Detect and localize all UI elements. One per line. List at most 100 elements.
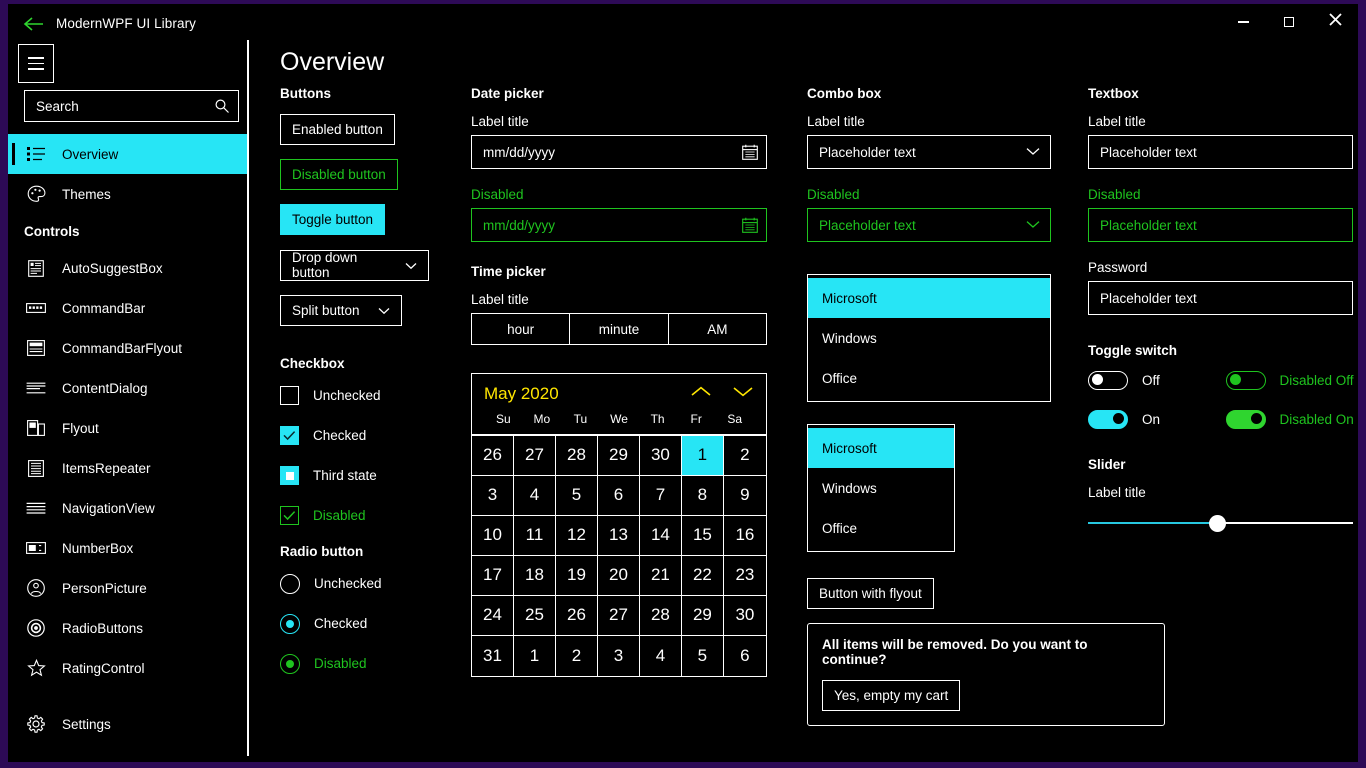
password-field[interactable]: Placeholder text: [1088, 281, 1353, 315]
checkbox-third-state[interactable]: Third state: [280, 464, 470, 488]
sidebar-item-commandbar[interactable]: CommandBar: [8, 288, 247, 328]
calendar-day-cell[interactable]: 30: [724, 596, 766, 636]
calendar-day-cell[interactable]: 12: [556, 516, 598, 556]
search-input[interactable]: Search: [24, 90, 239, 122]
calendar-day-cell[interactable]: 28: [640, 596, 682, 636]
list-item[interactable]: Microsoft: [808, 278, 1050, 318]
calendar-day-cell[interactable]: 5: [682, 636, 724, 676]
timepicker-meridiem[interactable]: AM: [669, 314, 766, 344]
list-item[interactable]: Office: [808, 508, 954, 548]
calendar-day-cell[interactable]: 18: [514, 556, 556, 596]
slider-thumb[interactable]: [1209, 515, 1226, 532]
radio-checked[interactable]: Checked: [280, 612, 470, 636]
sidebar-item-overview[interactable]: Overview: [8, 134, 247, 174]
slider-control[interactable]: [1088, 512, 1353, 534]
calendar-day-cell[interactable]: 31: [472, 636, 514, 676]
calendar-day-cell[interactable]: 29: [598, 436, 640, 476]
calendar-day-cell[interactable]: 3: [472, 476, 514, 516]
sidebar-item-autosuggestbox[interactable]: AutoSuggestBox: [8, 248, 247, 288]
sidebar-item-numberbox[interactable]: NumberBox: [8, 528, 247, 568]
calendar-day-cell[interactable]: 26: [472, 436, 514, 476]
sidebar-item-itemsrepeater[interactable]: ItemsRepeater: [8, 448, 247, 488]
calendar-day-cell[interactable]: 6: [598, 476, 640, 516]
back-button[interactable]: [12, 6, 56, 42]
calendar-day-cell[interactable]: 23: [724, 556, 766, 596]
calendar-day-cell[interactable]: 25: [514, 596, 556, 636]
calendar-day-cell[interactable]: 4: [514, 476, 556, 516]
timepicker-minute[interactable]: minute: [570, 314, 668, 344]
close-button[interactable]: [1312, 4, 1358, 40]
calendar-day-cell[interactable]: 11: [514, 516, 556, 556]
toggle-on[interactable]: On: [1088, 410, 1226, 429]
chevron-up-icon[interactable]: [690, 385, 712, 403]
calendar-day-cell[interactable]: 13: [598, 516, 640, 556]
listbox-secondary[interactable]: Microsoft Windows Office: [807, 424, 955, 552]
calendar-day-cell[interactable]: 16: [724, 516, 766, 556]
calendar-day-cell[interactable]: 4: [640, 636, 682, 676]
button-with-flyout[interactable]: Button with flyout: [807, 578, 934, 609]
split-button[interactable]: Split button: [280, 295, 402, 326]
enabled-button[interactable]: Enabled button: [280, 114, 395, 145]
datepicker-disabled-label: Disabled: [471, 187, 801, 202]
calendar-day-cell[interactable]: 1: [682, 436, 724, 476]
sidebar-item-personpicture[interactable]: PersonPicture: [8, 568, 247, 608]
calendar-day-cell[interactable]: 30: [640, 436, 682, 476]
toggle-button[interactable]: Toggle button: [280, 204, 385, 235]
calendar-day-cell[interactable]: 17: [472, 556, 514, 596]
combobox-input[interactable]: Placeholder text: [807, 135, 1051, 169]
timepicker-hour[interactable]: hour: [472, 314, 570, 344]
calendar-day-cell[interactable]: 27: [514, 436, 556, 476]
calendar-day-cell[interactable]: 22: [682, 556, 724, 596]
sidebar-item-contentdialog[interactable]: ContentDialog: [8, 368, 247, 408]
datepicker-input[interactable]: mm/dd/yyyy: [471, 135, 767, 169]
sidebar-item-radiobuttons[interactable]: RadioButtons: [8, 608, 247, 648]
calendar-day-cell[interactable]: 1: [514, 636, 556, 676]
chevron-down-icon[interactable]: [732, 385, 754, 403]
hamburger-menu-button[interactable]: [18, 44, 54, 83]
listbox-primary[interactable]: Microsoft Windows Office: [807, 274, 1051, 402]
calendar-month-label[interactable]: May 2020: [484, 384, 559, 404]
calendar-day-cell[interactable]: 6: [724, 636, 766, 676]
calendar-day-cell[interactable]: 10: [472, 516, 514, 556]
timepicker-input[interactable]: hour minute AM: [471, 313, 767, 345]
calendar-day-cell[interactable]: 29: [682, 596, 724, 636]
list-item[interactable]: Windows: [808, 468, 954, 508]
flyout-confirm-button[interactable]: Yes, empty my cart: [822, 680, 960, 711]
calendar-day-cell[interactable]: 8: [682, 476, 724, 516]
list-item[interactable]: Office: [808, 358, 1050, 398]
list-item[interactable]: Microsoft: [808, 428, 954, 468]
textbox-input[interactable]: Placeholder text: [1088, 135, 1353, 169]
maximize-button[interactable]: [1266, 4, 1312, 40]
calendar-day-cell[interactable]: 15: [682, 516, 724, 556]
calendar-day-cell[interactable]: 26: [556, 596, 598, 636]
minimize-button[interactable]: [1220, 4, 1266, 40]
calendar-day-cell[interactable]: 20: [598, 556, 640, 596]
sidebar-item-themes[interactable]: Themes: [8, 174, 247, 214]
calendar-day-cell[interactable]: 3: [598, 636, 640, 676]
drop-down-button[interactable]: Drop down button: [280, 250, 429, 281]
calendar-day-cell[interactable]: 14: [640, 516, 682, 556]
calendar-day-cell[interactable]: 2: [724, 436, 766, 476]
calendar-day-cell[interactable]: 19: [556, 556, 598, 596]
calendar-day-cell[interactable]: 2: [556, 636, 598, 676]
radio-unchecked[interactable]: Unchecked: [280, 572, 470, 596]
calendar-day-cell[interactable]: 5: [556, 476, 598, 516]
calendar-day-cell[interactable]: 9: [724, 476, 766, 516]
calendar-day-cell[interactable]: 7: [640, 476, 682, 516]
calendar-day-cell[interactable]: 21: [640, 556, 682, 596]
app-title: ModernWPF UI Library: [56, 16, 196, 31]
list-item[interactable]: Windows: [808, 318, 1050, 358]
calendar-day-cell[interactable]: 24: [472, 596, 514, 636]
sidebar-item-flyout[interactable]: Flyout: [8, 408, 247, 448]
checkbox-checked[interactable]: Checked: [280, 424, 470, 448]
textbox-disabled-label: Disabled: [1088, 187, 1358, 202]
calendar-day-names: Su Mo Tu We Th Fr Sa: [484, 412, 754, 434]
toggle-off[interactable]: Off: [1088, 371, 1226, 390]
calendar-day-cell[interactable]: 28: [556, 436, 598, 476]
sidebar-item-ratingcontrol[interactable]: RatingControl: [8, 648, 247, 688]
sidebar-item-commandbarflyout[interactable]: CommandBarFlyout: [8, 328, 247, 368]
sidebar-item-settings[interactable]: Settings: [8, 704, 247, 744]
sidebar-item-navigationview[interactable]: NavigationView: [8, 488, 247, 528]
calendar-day-cell[interactable]: 27: [598, 596, 640, 636]
checkbox-unchecked[interactable]: Unchecked: [280, 384, 470, 408]
